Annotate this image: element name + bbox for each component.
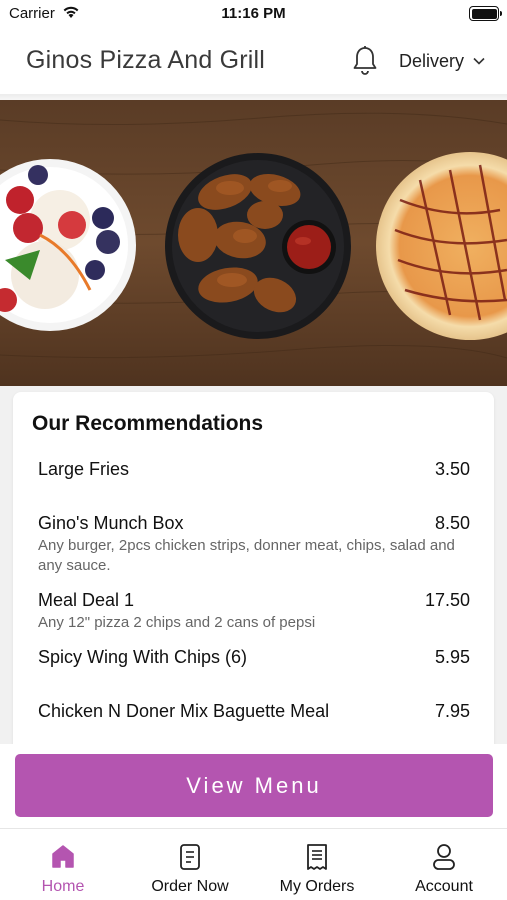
menu-item[interactable]: Large Fries 3.50 bbox=[38, 459, 470, 480]
menu-item-price: 17.50 bbox=[424, 590, 470, 610]
tab-home-label: Home bbox=[41, 878, 85, 895]
home-icon bbox=[52, 845, 74, 868]
order-icon bbox=[180, 844, 200, 870]
restaurant-title: Ginos Pizza And Grill bbox=[26, 46, 266, 74]
receipt-icon bbox=[307, 844, 327, 870]
menu-item-name: Chicken N Doner Mix Baguette Meal bbox=[38, 701, 330, 721]
menu-item-name: Spicy Wing With Chips (6) bbox=[38, 647, 248, 667]
delivery-mode-selector[interactable]: Delivery bbox=[399, 48, 485, 74]
bottom-tab-bar: Home Order Now My Orders Account bbox=[0, 828, 507, 900]
view-menu-bar: View Menu bbox=[0, 744, 507, 828]
tab-order-now-label: Order Now bbox=[151, 878, 229, 895]
tab-order-now[interactable]: Order Now bbox=[127, 829, 253, 900]
user-icon bbox=[433, 844, 455, 870]
recommendations-section: Our Recommendations Large Fries 3.50 Gin… bbox=[0, 386, 507, 752]
view-menu-label: View Menu bbox=[186, 772, 322, 798]
menu-item[interactable]: Meal Deal 1 17.50 Any 12" pizza 2 chips … bbox=[38, 590, 470, 633]
tab-my-orders-label: My Orders bbox=[279, 878, 355, 895]
menu-item-name: Gino's Munch Box bbox=[38, 513, 184, 533]
status-time: 11:16 PM bbox=[221, 5, 286, 22]
tab-home[interactable]: Home bbox=[0, 829, 126, 900]
recommendations-title: Our Recommendations bbox=[32, 412, 264, 435]
menu-item-name: Meal Deal 1 bbox=[38, 590, 135, 610]
recommendations-card: Our Recommendations Large Fries 3.50 Gin… bbox=[13, 392, 494, 752]
tab-account-label: Account bbox=[415, 878, 473, 895]
menu-item-name: Large Fries bbox=[38, 459, 130, 479]
view-menu-button[interactable]: View Menu bbox=[15, 754, 493, 817]
food-banner-image bbox=[0, 100, 507, 386]
tab-my-orders[interactable]: My Orders bbox=[254, 829, 380, 900]
menu-item-description: Any burger, 2pcs chicken strips, donner … bbox=[38, 537, 455, 574]
menu-item-price: 8.50 bbox=[434, 513, 470, 533]
battery-icon bbox=[469, 6, 502, 21]
menu-item-description: Any 12" pizza 2 chips and 2 cans of peps… bbox=[38, 614, 316, 631]
menu-item-price: 7.95 bbox=[434, 701, 470, 721]
app-header: Ginos Pizza And Grill Delivery bbox=[0, 28, 507, 94]
hero-banner bbox=[0, 100, 507, 386]
menu-item-price: 3.50 bbox=[434, 459, 470, 479]
menu-item[interactable]: Chicken N Doner Mix Baguette Meal 7.95 bbox=[38, 701, 470, 722]
chevron-down-icon bbox=[473, 57, 485, 65]
menu-item[interactable]: Spicy Wing With Chips (6) 5.95 bbox=[38, 647, 470, 668]
tab-account[interactable]: Account bbox=[381, 829, 507, 900]
status-bar: Carrier 11:16 PM bbox=[0, 0, 507, 28]
menu-item[interactable]: Gino's Munch Box 8.50 Any burger, 2pcs c… bbox=[38, 513, 470, 576]
delivery-label: Delivery bbox=[399, 50, 465, 71]
menu-item-price: 5.95 bbox=[434, 647, 470, 667]
bell-icon[interactable] bbox=[350, 44, 380, 76]
